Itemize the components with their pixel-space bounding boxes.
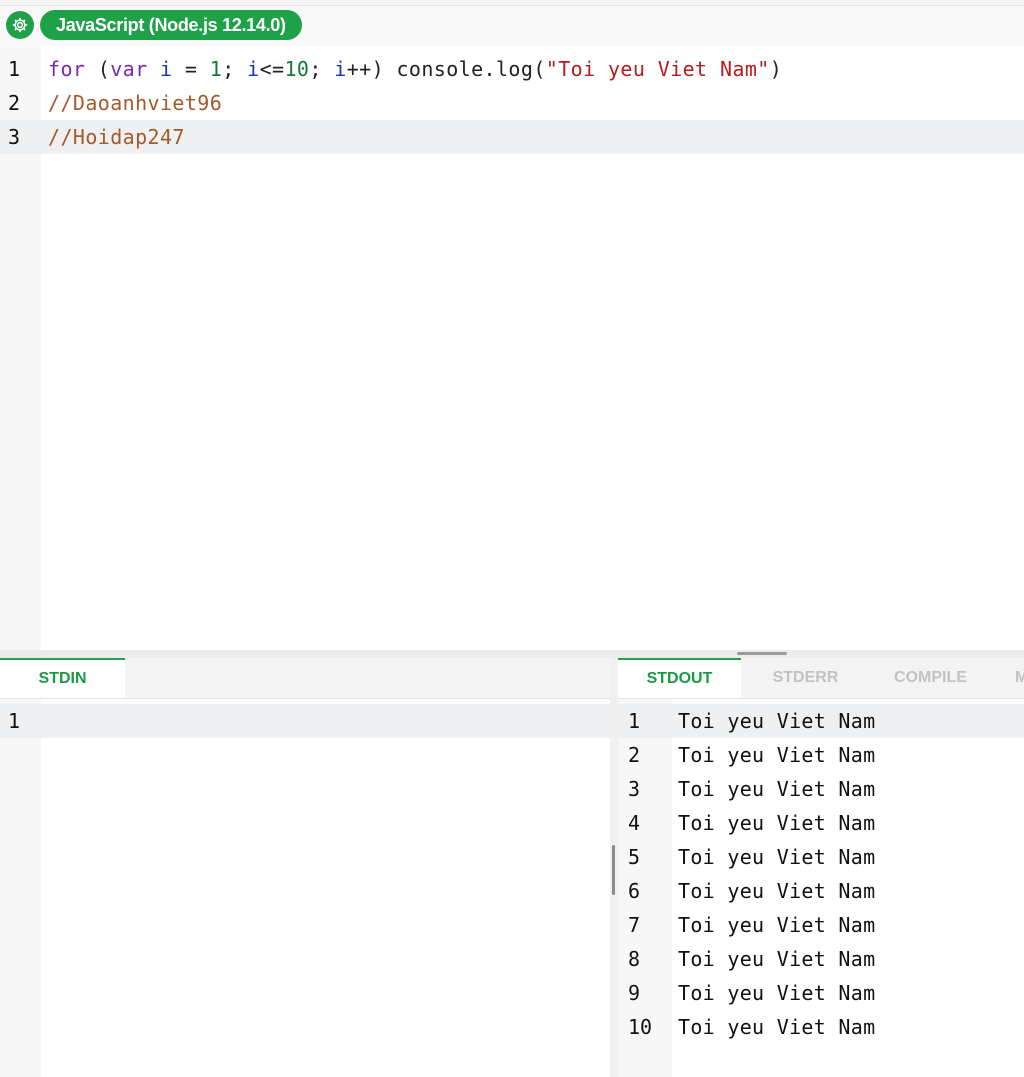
code-token: i <box>160 57 173 81</box>
tab-compile[interactable]: COMPILE <box>868 658 993 698</box>
stdout-line: 4 Toi yeu Viet Nam <box>618 806 1024 840</box>
stdout-text: Toi yeu Viet Nam <box>678 709 876 733</box>
stdout-line: 2 Toi yeu Viet Nam <box>618 738 1024 772</box>
output-panel: STDOUT STDERR COMPILE M 1 Toi yeu Viet Na… <box>618 658 1024 1077</box>
code-token: "Toi yeu Viet Nam" <box>545 57 770 81</box>
line-number: 2 <box>8 91 21 115</box>
line-number: 4 <box>628 811 641 835</box>
line-number: 7 <box>628 913 641 937</box>
code-text[interactable]: for (var i = 1; i<=10; i++) console.log(… <box>48 52 782 86</box>
code-line[interactable]: 1 for (var i = 1; i<=10; i++) console.log… <box>0 52 1024 86</box>
code-token: = <box>172 57 210 81</box>
code-line[interactable]: 3 //Hoidap247 <box>0 120 1024 154</box>
code-token: i <box>247 57 260 81</box>
code-token: ( <box>85 57 111 81</box>
code-token: i <box>334 57 347 81</box>
stdout-line: 10 Toi yeu Viet Nam <box>618 1010 1024 1044</box>
stdin-gutter <box>0 699 41 1077</box>
tab-stdout[interactable]: STDOUT <box>618 658 741 698</box>
code-token: 1 <box>209 57 223 81</box>
code-token: ) <box>769 57 783 81</box>
horizontal-splitter[interactable] <box>0 650 1024 658</box>
code-token: ++) console.log( <box>346 57 546 81</box>
line-number: 8 <box>628 947 641 971</box>
line-number: 3 <box>8 125 21 149</box>
line-number: 9 <box>628 981 641 1005</box>
editor-header: JavaScript (Node.js 12.14.0) <box>0 6 1024 47</box>
stdout-text: Toi yeu Viet Nam <box>678 811 876 835</box>
stdout-line: 6 Toi yeu Viet Nam <box>618 874 1024 908</box>
stdout-line: 5 Toi yeu Viet Nam <box>618 840 1024 874</box>
line-number: 3 <box>628 777 641 801</box>
code-text[interactable]: //Hoidap247 <box>48 120 185 154</box>
line-number: 2 <box>628 743 641 767</box>
tab-stdin[interactable]: STDIN <box>0 658 125 698</box>
stdout-line: 8 Toi yeu Viet Nam <box>618 942 1024 976</box>
gear-icon[interactable] <box>6 11 34 39</box>
line-number: 1 <box>8 57 21 81</box>
line-number: 6 <box>628 879 641 903</box>
stdout-text: Toi yeu Viet Nam <box>678 1015 876 1039</box>
stdin-tab-bar: STDIN <box>0 658 610 699</box>
vertical-splitter-handle[interactable] <box>612 845 615 895</box>
code-token: ; <box>222 57 248 81</box>
line-number: 10 <box>628 1015 653 1039</box>
line-number: 5 <box>628 845 641 869</box>
stdout-text: Toi yeu Viet Nam <box>678 845 876 869</box>
stdout-text: Toi yeu Viet Nam <box>678 743 876 767</box>
stdout-line: 3 Toi yeu Viet Nam <box>618 772 1024 806</box>
language-selector[interactable]: JavaScript (Node.js 12.14.0) <box>40 10 302 40</box>
code-token: //Daoanhviet96 <box>48 91 223 115</box>
output-tab-bar: STDOUT STDERR COMPILE M <box>618 658 1024 699</box>
splitter-handle[interactable] <box>737 652 787 655</box>
stdout-line: 1 Toi yeu Viet Nam <box>618 704 1024 738</box>
line-number: 1 <box>8 709 21 733</box>
code-token: for <box>48 57 86 81</box>
tab-more[interactable]: M <box>993 658 1024 698</box>
stdout-line: 9 Toi yeu Viet Nam <box>618 976 1024 1010</box>
code-token: var <box>110 57 148 81</box>
line-number: 1 <box>628 709 641 733</box>
stdin-line[interactable]: 1 <box>0 704 610 738</box>
stdout-text: Toi yeu Viet Nam <box>678 913 876 937</box>
code-line[interactable]: 2 //Daoanhviet96 <box>0 86 1024 120</box>
code-editor[interactable]: 1 for (var i = 1; i<=10; i++) console.log… <box>0 46 1024 650</box>
stdout-text: Toi yeu Viet Nam <box>678 947 876 971</box>
code-token: 10 <box>284 57 310 81</box>
tab-stderr[interactable]: STDERR <box>743 658 868 698</box>
code-token: ; <box>309 57 335 81</box>
code-token: <= <box>259 57 285 81</box>
code-token: //Hoidap247 <box>48 125 185 149</box>
stdout-line: 7 Toi yeu Viet Nam <box>618 908 1024 942</box>
stdout-text: Toi yeu Viet Nam <box>678 981 876 1005</box>
stdout-text: Toi yeu Viet Nam <box>678 879 876 903</box>
stdout-text: Toi yeu Viet Nam <box>678 777 876 801</box>
stdin-panel: STDIN 1 <box>0 658 610 1077</box>
code-text[interactable]: //Daoanhviet96 <box>48 86 222 120</box>
